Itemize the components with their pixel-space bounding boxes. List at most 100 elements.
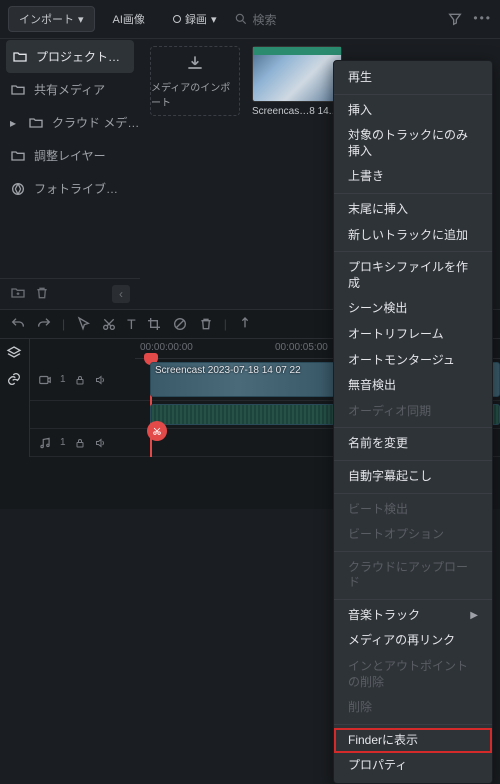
folder-icon — [10, 148, 26, 164]
menu-item[interactable]: プロパティ — [334, 753, 492, 779]
chevron-down-icon: ▾ — [78, 13, 84, 26]
import-label: インポート — [19, 11, 74, 27]
menu-item[interactable]: 対象のトラックにのみ挿入 — [334, 123, 492, 164]
clip-label: Screencast 2023-07-18 14 07 22 — [155, 365, 301, 376]
redo-icon[interactable] — [36, 316, 52, 332]
filter-icon[interactable] — [447, 11, 463, 27]
menu-item-label: オートモンタージュ — [348, 353, 455, 369]
menu-item[interactable]: 再生 — [334, 65, 492, 91]
lock-icon[interactable] — [74, 374, 86, 386]
menu-item: オーディオ同期 — [334, 399, 492, 425]
trash-icon[interactable] — [198, 316, 214, 332]
menu-item-label: Finderに表示 — [348, 733, 418, 749]
text-tool-icon[interactable]: T — [127, 316, 136, 332]
track-number: 1 — [60, 437, 66, 448]
folder-icon — [28, 115, 44, 131]
menu-item[interactable]: オートモンタージュ — [334, 348, 492, 374]
menu-item-label: プロキシファイルを作成 — [348, 260, 478, 291]
menu-item[interactable]: 新しいトラックに追加 — [334, 223, 492, 249]
sidebar-item-label: 調整レイヤー — [34, 147, 106, 164]
menu-item-label: シーン検出 — [348, 301, 407, 317]
menu-separator — [334, 94, 492, 95]
media-item[interactable]: Screencas…8 14.… — [252, 46, 342, 117]
menu-item-label: 対象のトラックにのみ挿入 — [348, 128, 478, 159]
chevron-right-icon: ▸ — [10, 116, 20, 130]
record-dropdown[interactable]: 録画 ▾ — [163, 7, 227, 31]
menu-item-label: ビート検出 — [348, 502, 408, 518]
aperture-icon — [10, 181, 26, 197]
media-item-label: Screencas…8 14.… — [252, 106, 342, 117]
volume-icon[interactable] — [94, 437, 106, 449]
sidebar-item-label: 共有メディア — [34, 81, 105, 98]
chevron-left-icon: ‹ — [119, 287, 123, 301]
volume-icon[interactable] — [94, 374, 106, 386]
menu-item[interactable]: プロキシファイルを作成 — [334, 255, 492, 296]
menu-item[interactable]: 上書き — [334, 164, 492, 190]
trash-icon[interactable] — [34, 285, 50, 301]
lock-icon[interactable] — [74, 437, 86, 449]
search-icon — [234, 12, 248, 26]
sidebar-item-label: フォトライブ… — [34, 180, 118, 197]
menu-item-label: 上書き — [348, 169, 384, 185]
menu-item[interactable]: 無音検出 — [334, 373, 492, 399]
folder-add-icon[interactable] — [10, 285, 26, 301]
menu-item-label: プロパティ — [348, 758, 407, 774]
menu-item-label: オートリフレーム — [348, 327, 444, 343]
import-media-tile[interactable]: メディアのインポート — [150, 46, 240, 116]
chevron-down-icon: ▾ — [211, 13, 217, 26]
more-icon[interactable]: ••• — [473, 11, 492, 27]
menu-item: インとアウトポイントの削除 — [334, 654, 492, 695]
menu-item[interactable]: メディアの再リンク — [334, 628, 492, 654]
ruler-tick: 00:00:05:00 — [275, 342, 328, 353]
search-input[interactable]: 検索 — [234, 11, 276, 28]
menu-item-label: 新しいトラックに追加 — [348, 228, 468, 244]
layers-icon[interactable] — [6, 345, 22, 361]
pointer-icon[interactable] — [75, 316, 91, 332]
menu-item-label: 音楽トラック — [348, 608, 420, 624]
menu-item-label: 名前を変更 — [348, 436, 408, 452]
sidebar-item-shared[interactable]: 共有メディア — [0, 73, 140, 106]
sidebar-item-photo[interactable]: フォトライブ… — [0, 172, 140, 205]
sidebar: プロジェクト… 共有メディア ▸ クラウド メデ… 調整レイヤー フォトライブ… — [0, 36, 140, 309]
menu-item[interactable]: 音楽トラック▶ — [334, 603, 492, 629]
cut-icon[interactable] — [101, 316, 117, 332]
import-dropdown[interactable]: インポート ▾ — [8, 6, 95, 32]
menu-item[interactable]: Finderに表示 — [334, 728, 492, 754]
sidebar-item-label: クラウド メデ… — [52, 114, 139, 131]
sidebar-item-project[interactable]: プロジェクト… — [6, 40, 134, 73]
import-icon — [185, 53, 205, 73]
menu-item[interactable]: 名前を変更 — [334, 431, 492, 457]
menu-separator — [334, 551, 492, 552]
menu-separator — [334, 493, 492, 494]
cut-handle[interactable] — [147, 421, 167, 441]
track-number: 1 — [60, 374, 66, 385]
search-placeholder: 検索 — [252, 11, 276, 28]
record-label: 録画 — [185, 11, 207, 27]
record-icon — [173, 15, 181, 23]
crop-icon[interactable] — [146, 316, 162, 332]
ai-image-button[interactable]: AI画像 — [103, 7, 155, 31]
collapse-sidebar-button[interactable]: ‹ — [112, 285, 130, 303]
sidebar-bottom: ‹ — [0, 278, 140, 309]
scissors-icon — [152, 426, 162, 436]
menu-item[interactable]: 挿入 — [334, 98, 492, 124]
menu-item-label: 末尾に挿入 — [348, 202, 408, 218]
menu-item[interactable]: シーン検出 — [334, 296, 492, 322]
sidebar-item-cloud[interactable]: ▸ クラウド メデ… — [0, 106, 140, 139]
music-icon — [38, 436, 52, 450]
media-thumbnail — [252, 46, 342, 102]
sidebar-item-adjustment[interactable]: 調整レイヤー — [0, 139, 140, 172]
menu-item: ビートオプション — [334, 522, 492, 548]
marker-icon[interactable] — [237, 316, 253, 332]
menu-item-label: オーディオ同期 — [348, 404, 431, 420]
menu-item: クラウドにアップロード — [334, 555, 492, 596]
undo-icon[interactable] — [10, 316, 26, 332]
menu-item[interactable]: オートリフレーム — [334, 322, 492, 348]
menu-item[interactable]: 末尾に挿入 — [334, 197, 492, 223]
menu-item[interactable]: 自動字幕起こし — [334, 464, 492, 490]
link-icon[interactable] — [6, 371, 22, 387]
circle-slash-icon[interactable] — [172, 316, 188, 332]
context-menu: 再生挿入対象のトラックにのみ挿入上書き末尾に挿入新しいトラックに追加プロキシファ… — [333, 60, 493, 784]
video-icon — [38, 373, 52, 387]
menu-item-label: 自動字幕起こし — [348, 469, 432, 485]
